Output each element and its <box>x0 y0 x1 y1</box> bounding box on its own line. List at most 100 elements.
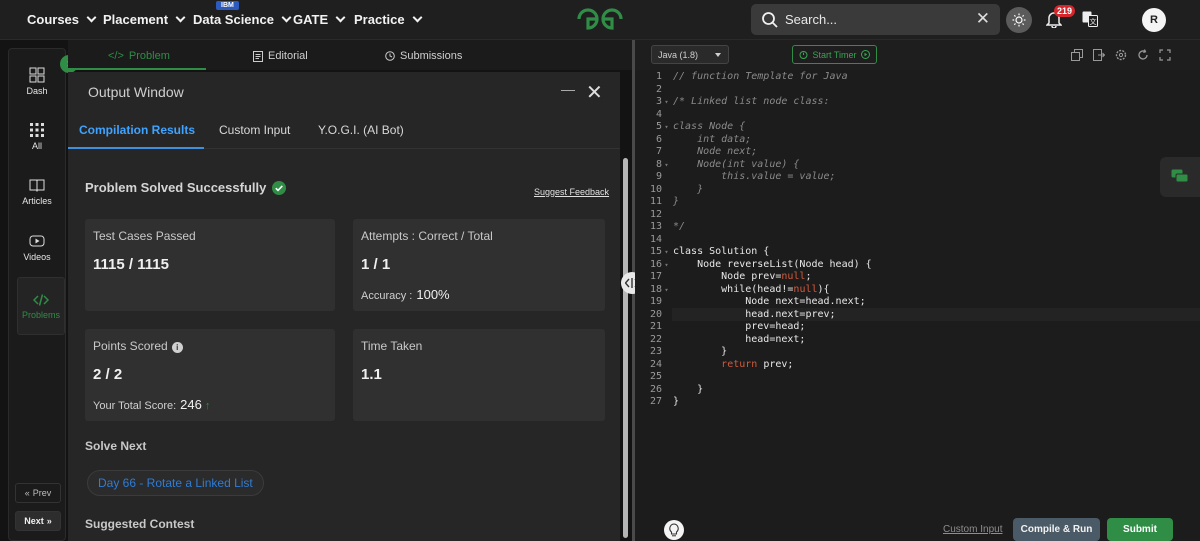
minimize-icon[interactable] <box>561 90 575 91</box>
nav-placement[interactable]: Placement <box>103 12 186 27</box>
code-line[interactable]: 7 Node next; <box>636 146 757 159</box>
status-heading: Problem Solved Successfully <box>85 180 287 195</box>
code-line[interactable]: 18 ▾ while(head!=null){ <box>636 284 830 297</box>
line-number: 17 <box>649 271 662 282</box>
clear-search-icon[interactable]: ✕ <box>976 10 990 27</box>
copy-icon[interactable] <box>1071 49 1083 61</box>
code-text: while(head!=null){ <box>673 283 830 295</box>
code-line[interactable]: 27} <box>636 396 679 409</box>
svg-text:文: 文 <box>1090 17 1097 26</box>
scrollbar[interactable] <box>623 158 628 538</box>
theme-toggle-button[interactable] <box>1006 7 1032 33</box>
code-line[interactable]: 12 <box>636 209 673 222</box>
close-icon[interactable]: ✕ <box>586 83 603 103</box>
line-number: 27 <box>649 396 662 407</box>
suggest-feedback-link[interactable]: Suggest Feedback <box>534 187 609 197</box>
code-line[interactable]: 6 int data; <box>636 134 751 147</box>
code-line[interactable]: 1 // function Template for Java <box>636 71 848 84</box>
arrow-up-icon: ↑ <box>204 400 211 412</box>
code-line[interactable]: 4 <box>636 109 673 122</box>
check-circle-icon <box>272 180 287 195</box>
nav-gate[interactable]: GATE <box>293 12 346 27</box>
video-icon <box>29 235 45 247</box>
code-line[interactable]: 8 ▾ Node(int value) { <box>636 159 799 172</box>
code-line[interactable]: 2 <box>636 84 673 97</box>
code-line[interactable]: 22 head=next; <box>636 334 806 347</box>
sidebar-item-problems[interactable]: Problems <box>17 277 65 335</box>
sidebar-item-all[interactable]: All <box>9 122 65 151</box>
fold-arrow-icon[interactable]: ▾ <box>662 96 671 109</box>
code-text: } <box>673 196 680 207</box>
sidebar-item-videos[interactable]: Videos <box>9 233 65 262</box>
fold-arrow-icon[interactable]: ▾ <box>662 246 671 259</box>
language-select[interactable]: Java (1.8) <box>651 45 729 64</box>
search-bar[interactable]: ✕ <box>751 4 1000 35</box>
nav-practice[interactable]: Practice <box>354 12 423 27</box>
reset-icon[interactable] <box>1137 49 1149 61</box>
code-line[interactable]: 10 } <box>636 184 703 197</box>
sidebar-item-dash[interactable]: Dash <box>9 67 65 96</box>
fold-arrow-icon[interactable]: ▾ <box>662 159 671 172</box>
info-icon[interactable]: i <box>171 342 183 353</box>
code-line[interactable]: 14 <box>636 234 673 247</box>
line-number: 13 <box>649 221 662 232</box>
fold-arrow-icon[interactable]: ▾ <box>662 121 671 134</box>
code-line[interactable]: 26 } <box>636 384 703 397</box>
hint-bulb-button[interactable] <box>664 520 684 540</box>
custom-input-link[interactable]: Custom Input <box>943 524 1002 535</box>
code-text: class Node { <box>673 121 746 132</box>
line-number: 6 <box>655 133 662 145</box>
code-line[interactable]: 11} <box>636 196 679 209</box>
line-number: 14 <box>649 233 662 245</box>
code-line[interactable]: 19 Node next=head.next; <box>636 296 866 309</box>
line-number: 3 <box>655 96 662 107</box>
sidebar-item-articles[interactable]: Articles <box>9 177 65 206</box>
code-line[interactable]: 20 head.next=prev; <box>636 309 836 322</box>
fullscreen-icon[interactable] <box>1159 49 1171 61</box>
translate-icon[interactable]: 文 <box>1082 11 1098 27</box>
dashboard-icon <box>29 67 45 83</box>
code-text: } <box>673 396 680 407</box>
attempts-card: Attempts : Correct / Total 1 / 1 Accurac… <box>353 219 605 311</box>
code-text: /* Linked list node class: <box>673 96 830 107</box>
points-card: Points Scored i 2 / 2 Your Total Score: 24… <box>85 329 335 421</box>
code-line[interactable]: 24 return prev; <box>636 359 793 372</box>
code-line[interactable]: 25 <box>636 371 673 384</box>
submit-button[interactable]: Submit <box>1107 518 1173 541</box>
code-line[interactable]: 5 ▾ class Node { <box>636 121 745 134</box>
code-line[interactable]: 9 this.value = value; <box>636 171 836 184</box>
tab-editorial[interactable]: Editorial <box>253 50 308 62</box>
tab-submissions[interactable]: Submissions <box>385 50 462 62</box>
next-button[interactable]: Next» <box>15 511 61 531</box>
avatar[interactable]: R <box>1142 8 1166 32</box>
fold-arrow-icon[interactable]: ▾ <box>662 259 671 272</box>
prev-button[interactable]: «Prev <box>15 483 61 503</box>
chat-button[interactable] <box>1160 157 1200 197</box>
tab-yogi-ai-bot[interactable]: Y.O.G.I. (AI Bot) <box>318 123 404 137</box>
export-icon[interactable] <box>1093 49 1105 61</box>
code-line[interactable]: 17 Node prev=null; <box>636 271 812 284</box>
nav-courses[interactable]: Courses <box>27 12 97 27</box>
dropdown-icon <box>715 53 721 57</box>
code-line[interactable]: 16 ▾ Node reverseList(Node head) { <box>636 259 872 272</box>
compile-run-button[interactable]: Compile & Run <box>1013 518 1100 541</box>
settings-icon[interactable] <box>1115 49 1127 61</box>
fold-arrow-icon[interactable]: ▾ <box>662 284 671 297</box>
output-window: Output Window ✕ Compilation Results Cust… <box>68 72 620 541</box>
code-line[interactable]: 15 ▾ class Solution { <box>636 246 769 259</box>
tab-compilation-results[interactable]: Compilation Results <box>79 123 195 137</box>
tab-custom-input[interactable]: Custom Input <box>219 123 290 137</box>
tab-problem[interactable]: </> Problem <box>108 50 170 62</box>
gfg-logo-icon[interactable] <box>576 6 624 32</box>
code-line[interactable]: 21 prev=head; <box>636 321 806 334</box>
chevron-down-icon <box>335 12 346 23</box>
code-text: return prev; <box>721 358 794 370</box>
search-input[interactable] <box>785 12 965 27</box>
start-timer-button[interactable]: Start Timer <box>792 45 877 64</box>
sidebar-item-label: Videos <box>23 252 51 262</box>
nav-data-science[interactable]: Data Science <box>193 12 292 27</box>
code-line[interactable]: 3 ▾/* Linked list node class: <box>636 96 830 109</box>
code-line[interactable]: 23 } <box>636 346 727 359</box>
solve-next-link[interactable]: Day 66 - Rotate a Linked List <box>87 470 264 496</box>
code-line[interactable]: 13 */ <box>636 221 685 234</box>
